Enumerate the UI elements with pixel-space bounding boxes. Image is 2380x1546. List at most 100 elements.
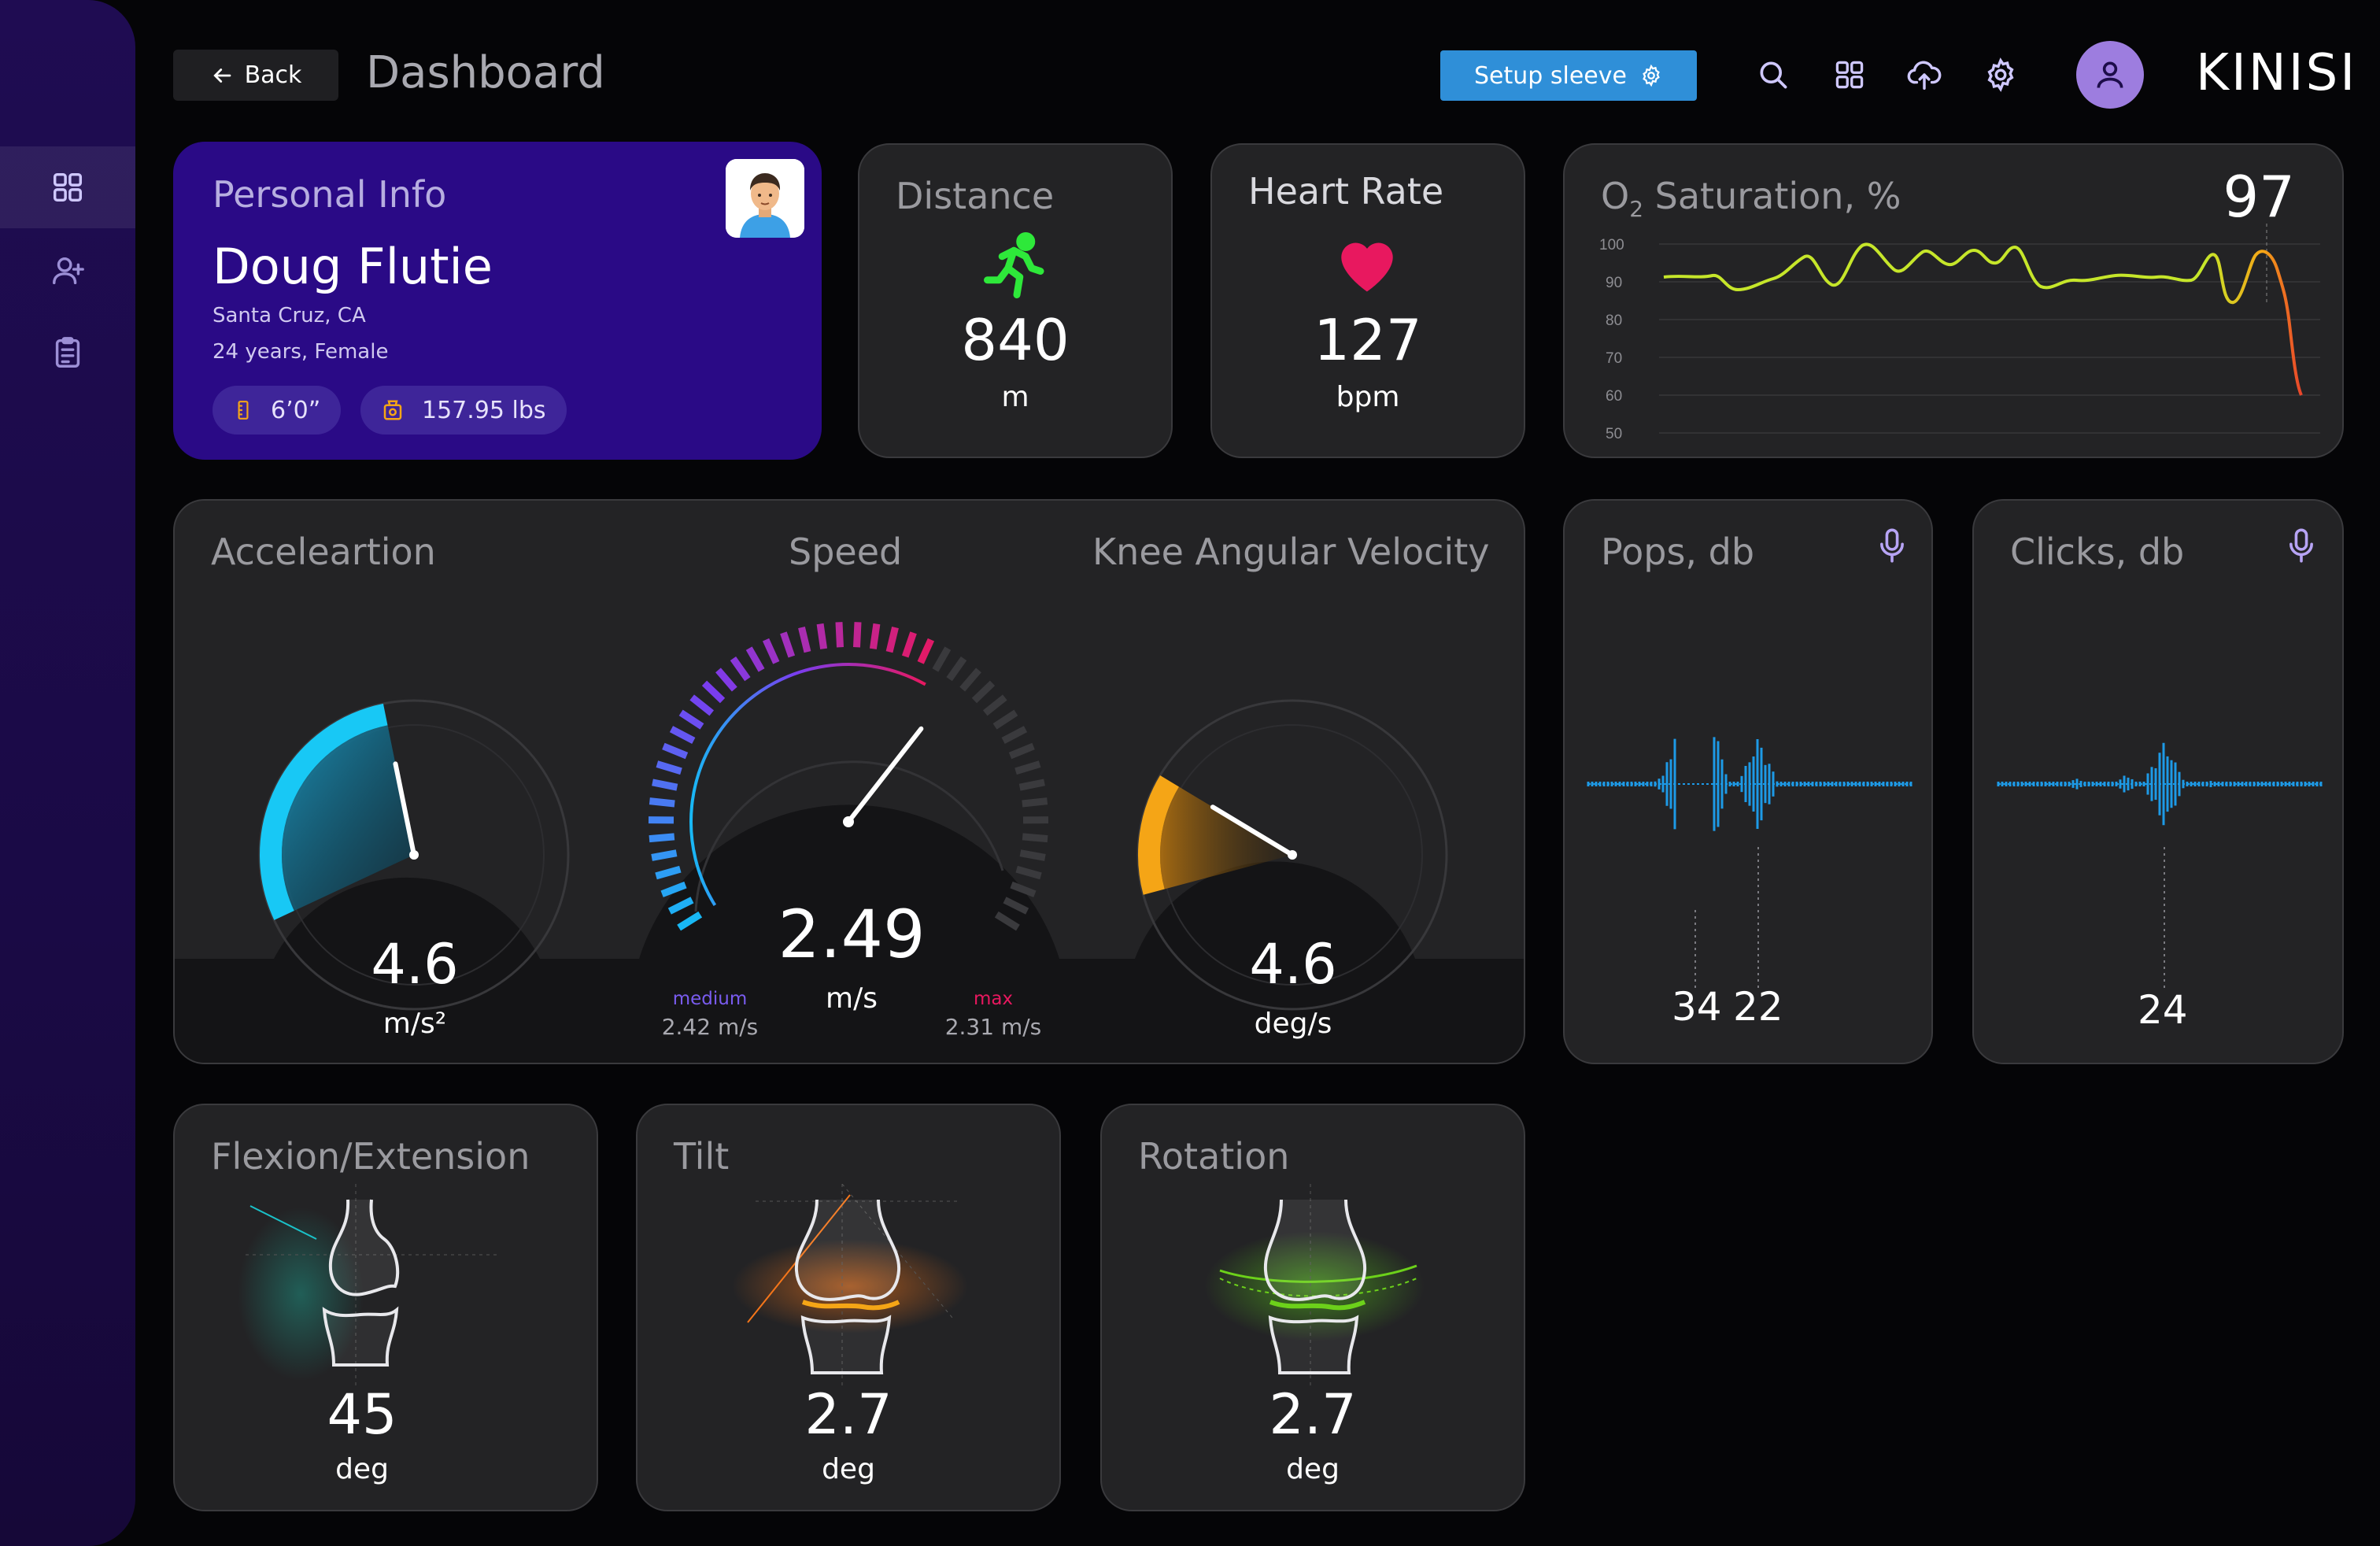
user-avatar[interactable] [2076, 41, 2144, 109]
card-title: Distance [896, 175, 1055, 217]
speed-tick [745, 646, 765, 672]
clicks-card: Clicks, db 24 [1972, 499, 2344, 1064]
user-icon [2097, 61, 2123, 88]
speed-tick [1014, 760, 1041, 775]
distance-unit: m [1001, 381, 1029, 413]
height-value: 6’0” [271, 396, 321, 424]
rotation-value: 2.7 [1269, 1382, 1357, 1447]
setup-sleeve-button[interactable]: Setup sleeve [1440, 50, 1697, 101]
sidebar-item-reports[interactable] [0, 312, 135, 394]
speed-tick [652, 779, 678, 791]
clicks-value: 24 [2138, 987, 2188, 1033]
speed-tick [917, 638, 935, 664]
speed-tick [715, 668, 737, 692]
search-button[interactable] [1754, 55, 1793, 94]
speed-tick [992, 709, 1018, 730]
speed-tick [649, 797, 675, 808]
speed-unit: m/s [826, 982, 878, 1015]
weight-value: 157.95 lbs [422, 396, 546, 424]
rotation-card: Rotation 2.7 deg [1100, 1104, 1525, 1511]
running-icon [984, 232, 1044, 298]
speed-tick [959, 668, 981, 692]
page-title: Dashboard [366, 47, 605, 98]
flexion-card: Flexion/Extension 45 deg [173, 1104, 598, 1511]
sidebar [0, 0, 135, 1546]
speed-tick [1015, 865, 1042, 880]
flexion-unit: deg [335, 1453, 389, 1485]
speed-tick [971, 680, 996, 704]
motion-card: Acceleartion Speed Knee Angular Velocity [173, 499, 1525, 1064]
card-title: Personal Info [213, 173, 447, 216]
pops-value-1: 34 [1672, 984, 1722, 1030]
o2-saturation-card: O2 Saturation, % 97 100 90 80 70 60 50 [1563, 143, 2344, 458]
settings-button[interactable] [1981, 55, 2020, 94]
card-title: Tilt [674, 1135, 730, 1178]
upload-button[interactable] [1905, 55, 1944, 94]
patient-photo [726, 159, 804, 238]
clipboard-icon [55, 337, 80, 368]
o2-tick: 90 [1606, 275, 1622, 291]
speed-tick [678, 709, 704, 730]
flexion-value: 45 [327, 1382, 397, 1447]
speed-tick [1022, 797, 1048, 808]
gear-icon [1643, 64, 1660, 87]
apps-button[interactable] [1830, 55, 1869, 94]
o2-tick: 60 [1606, 388, 1622, 405]
setup-sleeve-label: Setup sleeve [1474, 61, 1627, 90]
speed-tick [946, 656, 967, 682]
speed-tick [649, 833, 675, 843]
speed-medium-value: 2.42 m/s [661, 1014, 759, 1040]
o2-tick: 70 [1606, 350, 1622, 367]
card-title: Rotation [1138, 1135, 1290, 1178]
heart-rate-card: Heart Rate 127 bpm [1210, 143, 1525, 458]
speed-tick [798, 627, 811, 653]
tilt-card: Tilt 2.7 deg [636, 1104, 1061, 1511]
arrow-left-icon [213, 68, 231, 83]
knee-flexion-illustration [238, 1184, 497, 1389]
weight-pill: 157.95 lbs [360, 386, 567, 435]
patient-location: Santa Cruz, CA [213, 304, 366, 327]
patient-name: Doug Flutie [213, 238, 493, 295]
sidebar-item-add-user[interactable] [0, 230, 135, 312]
tilt-unit: deg [822, 1453, 875, 1485]
patient-age-sex: 24 years, Female [213, 340, 389, 364]
add-user-icon [53, 257, 84, 285]
scale-icon [383, 400, 402, 420]
speed-max-value: 2.31 m/s [944, 1014, 1042, 1040]
tilt-value: 2.7 [804, 1382, 893, 1447]
speed-tick [780, 631, 796, 658]
knee-tilt-illustration [732, 1184, 968, 1389]
sidebar-item-dashboard[interactable] [0, 146, 135, 228]
o2-chart: 100 90 80 70 60 50 [1599, 224, 2320, 442]
speed-tick [816, 623, 828, 649]
speed-medium-label: medium [672, 989, 748, 1009]
knee-rotation-illustration [1204, 1184, 1425, 1389]
distance-card: Distance 840 m [858, 143, 1173, 458]
knee-velocity-value: 4.6 [1249, 932, 1337, 997]
speed-tick [1008, 742, 1035, 760]
o2-tick: 50 [1606, 426, 1622, 442]
acceleration-value: 4.6 [371, 932, 459, 997]
personal-info-card: Personal Info Doug Flutie Santa Cruz, CA… [173, 142, 822, 460]
speed-tick [656, 760, 682, 775]
speed-tick [901, 631, 917, 658]
acceleration-unit: m/s² [382, 1008, 447, 1040]
back-button[interactable]: Back [173, 50, 338, 101]
back-label: Back [244, 61, 302, 89]
speed-tick [1001, 726, 1028, 744]
distance-value: 840 [961, 307, 1070, 373]
grid-icon [1835, 61, 1864, 89]
speed-max-label: max [973, 989, 1014, 1009]
grid-icon [53, 172, 83, 202]
speed-tick [885, 627, 899, 653]
speed-tick [932, 646, 952, 672]
speed-tick [762, 638, 780, 664]
gear-icon [1987, 57, 2014, 92]
brand-logo: KINISI [2196, 44, 2358, 102]
speed-tick [730, 656, 751, 682]
speed-tick [835, 622, 844, 648]
o2-tick: 100 [1599, 237, 1624, 253]
pops-waveform [1587, 671, 1913, 989]
o2-tick: 80 [1606, 313, 1622, 329]
person-avatar-icon [726, 159, 804, 238]
